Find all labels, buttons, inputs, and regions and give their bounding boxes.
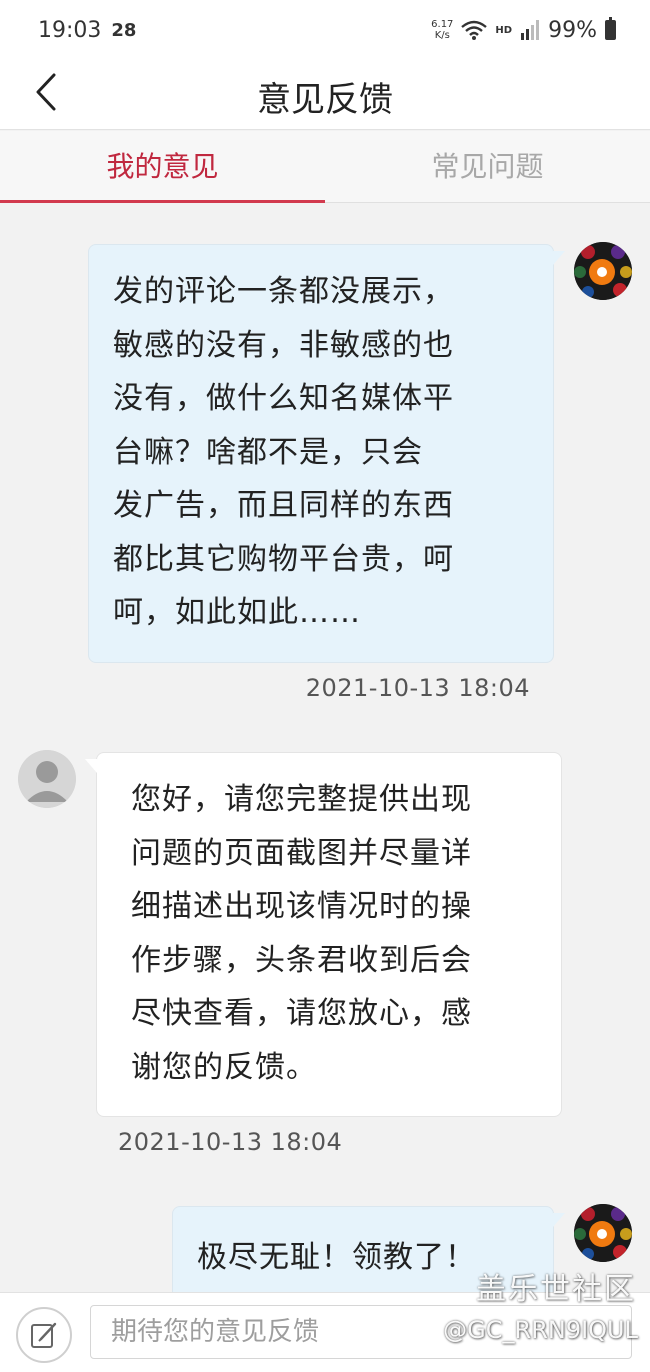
message-line: 发广告，而且同样的东西 (113, 488, 454, 523)
app-header: 意见反馈 (0, 60, 650, 130)
net-speed: 6.17 K/s (431, 19, 453, 41)
tab-faq[interactable]: 常见问题 (325, 131, 650, 202)
status-time: 19:03 (38, 17, 102, 43)
watermark-handle: @GC_RRN9IQUL (443, 1316, 638, 1344)
watermark-title: 盖乐世社区 (476, 1272, 636, 1307)
message-line: 尽快查看，请您放心，感 (131, 996, 472, 1031)
message-line: 您好，请您完整提供出现 (131, 782, 472, 817)
message-line: 作步骤，头条君收到后会 (131, 942, 472, 978)
message-line: 呵，如此如此…… (113, 595, 361, 630)
user-avatar[interactable] (574, 242, 632, 300)
message-line: 敏感的没有，非敏感的也 (113, 327, 454, 363)
message-line: 谢您的反馈。 (131, 1049, 317, 1085)
status-left: 19:03 28 (38, 18, 136, 43)
support-avatar[interactable] (18, 750, 76, 808)
message-line: 细描述出现该情况时的操 (131, 889, 472, 924)
message-line: 台嘛？啥都不是，只会 (113, 434, 423, 470)
hd-label: HD (495, 24, 513, 36)
message-line: 都比其它购物平台贵，呵 (113, 541, 454, 577)
status-bar: 19:03 28 6.17 K/s HD 99% (0, 0, 650, 60)
message-line: 问题的页面截图并尽量详 (131, 835, 472, 871)
net-speed-unit: K/s (434, 30, 450, 41)
net-speed-value: 6.17 (431, 19, 454, 30)
signal-icon (520, 19, 540, 41)
notification-count: 28 (111, 19, 137, 41)
message-timestamp: 2021-10-13 18:04 (118, 1128, 343, 1156)
chat-area[interactable]: 发的评论一条都没展示， 敏感的没有，非敏感的也 没有，做什么知名媒体平 台嘛？啥… (0, 204, 650, 1292)
tab-my-feedback[interactable]: 我的意见 (0, 131, 325, 203)
message-line: 发的评论一条都没展示， (113, 274, 454, 309)
compose-icon[interactable] (16, 1307, 72, 1363)
battery-percent: 99% (548, 17, 597, 43)
message-bubble-user: 发的评论一条都没展示， 敏感的没有，非敏感的也 没有，做什么知名媒体平 台嘛？啥… (88, 244, 565, 663)
message-bubble-support: 您好，请您完整提供出现 问题的页面截图并尽量详 细描述出现该情况时的操 作步骤，… (85, 752, 562, 1117)
user-avatar[interactable] (574, 1204, 632, 1262)
status-right: 6.17 K/s HD 99% (431, 17, 616, 43)
page-title: 意见反馈 (257, 80, 393, 120)
message-timestamp: 2021-10-13 18:04 (305, 674, 530, 702)
wifi-icon (461, 20, 488, 40)
message-line: 没有，做什么知名媒体平 (113, 381, 454, 416)
tab-bar: 我的意见 常见问题 (0, 131, 650, 203)
battery-icon (605, 17, 616, 40)
